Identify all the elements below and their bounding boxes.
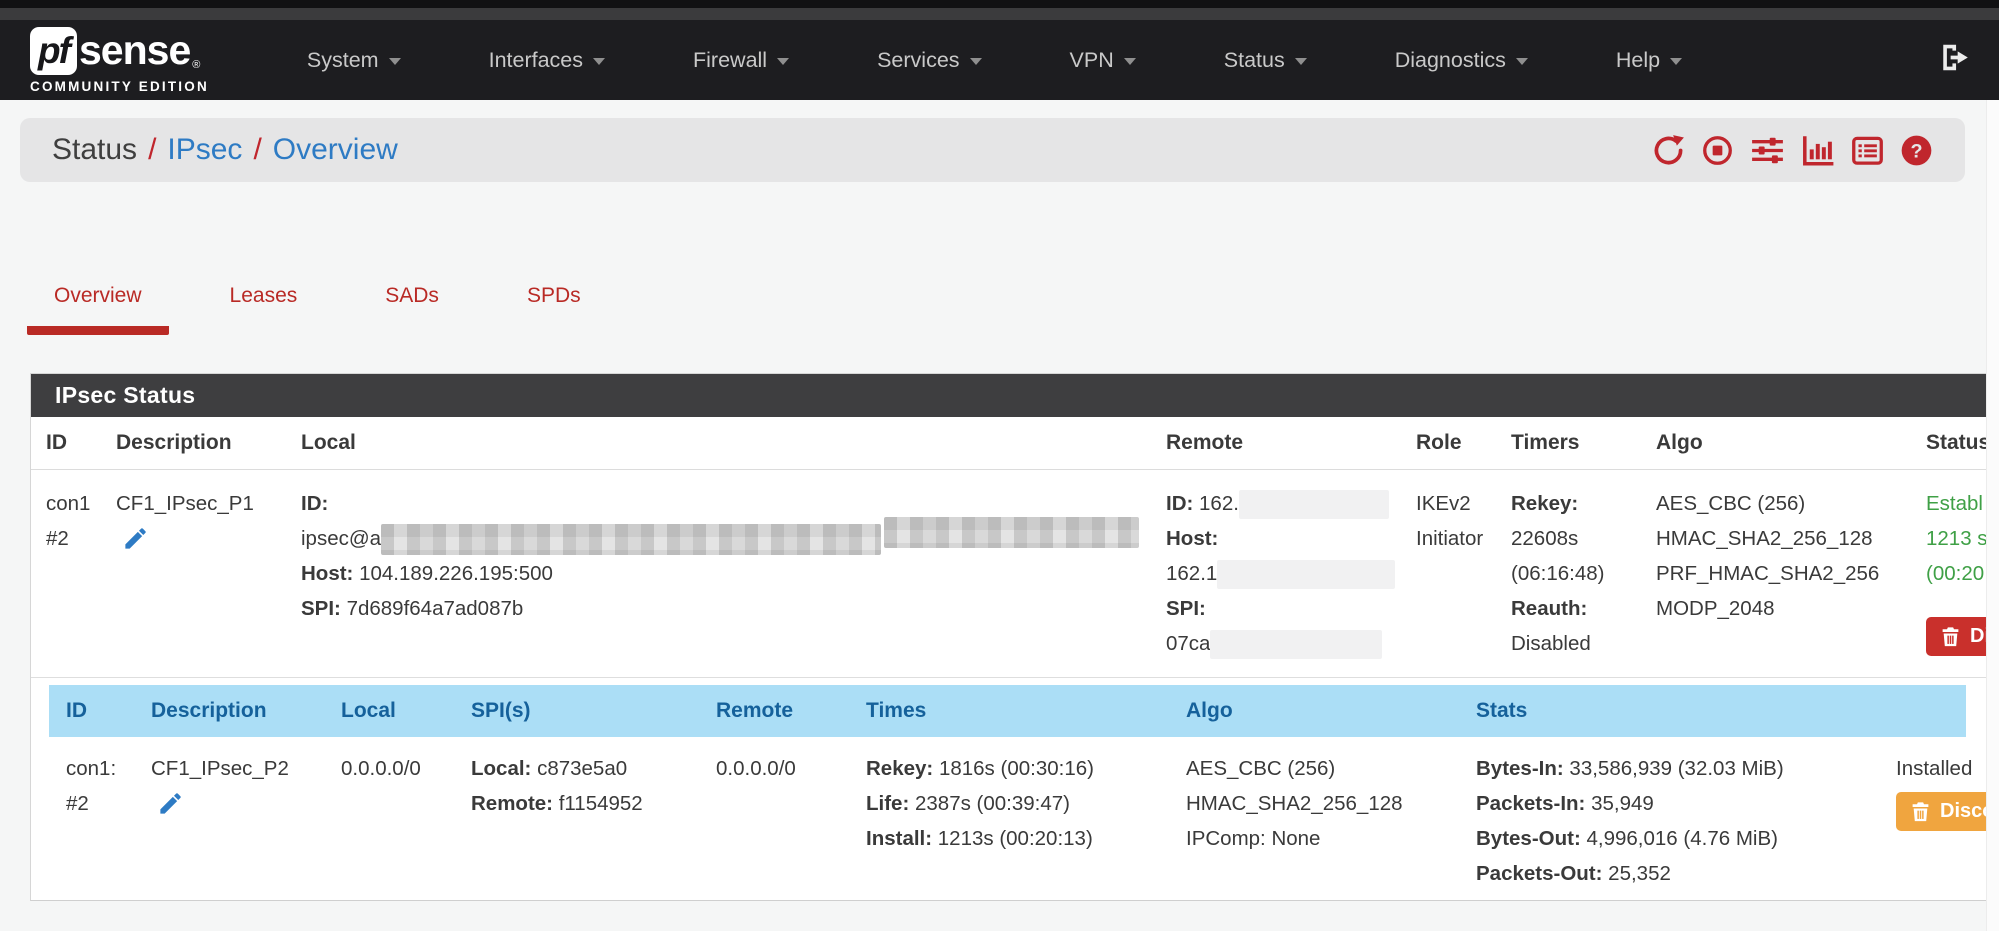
tab-spds[interactable]: SPDs xyxy=(500,284,608,335)
col-description: Description xyxy=(151,699,341,723)
trash-icon xyxy=(1910,801,1931,822)
menu-vpn[interactable]: VPN xyxy=(1070,48,1136,73)
cell-remote: 0.0.0.0/0 xyxy=(716,751,866,891)
breadcrumb-link-overview[interactable]: Overview xyxy=(273,133,398,167)
logo-pf-mark: pf xyxy=(30,27,77,75)
chevron-down-icon xyxy=(777,58,789,65)
col-remote: Remote xyxy=(1166,431,1416,455)
cell-local: 0.0.0.0/0 xyxy=(341,751,471,891)
menu-diagnostics[interactable]: Diagnostics xyxy=(1395,48,1528,73)
breadcrumb-link-ipsec[interactable]: IPsec xyxy=(167,133,242,167)
phase2-section: ID Description Local SPI(s) Remote Times… xyxy=(31,677,1999,900)
window-top-strip-2 xyxy=(0,8,1999,20)
cell-stats: Bytes-In: 33,586,939 (32.03 MiB) Packets… xyxy=(1476,751,1896,891)
col-local: Local xyxy=(341,699,471,723)
cell-spis: Local: c873e5a0 Remote: f1154952 xyxy=(471,751,716,891)
redacted-block xyxy=(884,517,1139,548)
logo-sense-text: sense xyxy=(79,27,190,74)
filter-sliders-icon[interactable] xyxy=(1750,134,1785,167)
breadcrumb-section: Status xyxy=(52,133,137,167)
phase1-table-header: ID Description Local Remote Role Timers … xyxy=(31,417,1999,470)
chevron-down-icon xyxy=(389,58,401,65)
col-id: ID xyxy=(66,699,151,723)
logo-registered-mark: ® xyxy=(192,59,200,71)
redacted-block xyxy=(1239,490,1389,519)
cell-id: con1:#2 xyxy=(66,751,151,891)
refresh-icon[interactable] xyxy=(1652,134,1685,167)
phase2-table-header: ID Description Local SPI(s) Remote Times… xyxy=(49,685,1966,737)
col-algo: Algo xyxy=(1186,699,1476,723)
pfsense-logo[interactable]: pf sense ® COMMUNITY EDITION xyxy=(30,27,209,94)
cell-timers: Rekey: 22608s (06:16:48) Reauth: Disable… xyxy=(1511,486,1656,661)
sub-tabs: Overview Leases SADs SPDs xyxy=(27,284,1999,335)
cell-times: Rekey: 1816s (00:30:16) Life: 2387s (00:… xyxy=(866,751,1186,891)
tab-sads[interactable]: SADs xyxy=(358,284,466,335)
cell-algo: AES_CBC (256) HMAC_SHA2_256_128 PRF_HMAC… xyxy=(1656,486,1926,661)
chevron-down-icon xyxy=(593,58,605,65)
chevron-down-icon xyxy=(1670,58,1682,65)
chevron-down-icon xyxy=(1516,58,1528,65)
main-menu: System Interfaces Firewall Services VPN … xyxy=(307,48,1682,73)
redacted-block xyxy=(1217,560,1395,589)
breadcrumb-bar: Status / IPsec / Overview xyxy=(20,118,1965,182)
stop-icon[interactable] xyxy=(1701,134,1734,167)
cell-remote: ID: 162. Host: 162.1 SPI: 07ca xyxy=(1166,486,1416,661)
cell-role: IKEv2Initiator xyxy=(1416,486,1511,661)
cell-local: ID: ipsec@a Host: 104.189.226.195:500 SP… xyxy=(301,486,1166,661)
menu-status[interactable]: Status xyxy=(1224,48,1307,73)
panel-title: IPsec Status xyxy=(31,374,1999,417)
menu-services[interactable]: Services xyxy=(877,48,981,73)
col-role: Role xyxy=(1416,431,1511,455)
col-algo: Algo xyxy=(1656,431,1926,455)
cell-description: CF1_IPsec_P1 xyxy=(116,486,301,661)
redacted-block xyxy=(1210,630,1382,659)
cell-description: CF1_IPsec_P2 xyxy=(151,751,341,891)
trash-icon xyxy=(1940,626,1961,647)
chevron-down-icon xyxy=(970,58,982,65)
status-logs-icon[interactable] xyxy=(1851,134,1884,167)
tab-leases[interactable]: Leases xyxy=(203,284,325,335)
edit-pencil-icon[interactable] xyxy=(157,790,184,817)
window-top-strip xyxy=(0,0,1999,8)
col-local: Local xyxy=(301,431,1166,455)
tab-overview[interactable]: Overview xyxy=(27,284,169,335)
cell-algo: AES_CBC (256) HMAC_SHA2_256_128 IPComp: … xyxy=(1186,751,1476,891)
disconnect-p2-button[interactable]: Disco xyxy=(1896,792,1999,831)
breadcrumb-separator: / xyxy=(148,133,156,167)
col-remote: Remote xyxy=(716,699,866,723)
col-times: Times xyxy=(866,699,1186,723)
chevron-down-icon xyxy=(1124,58,1136,65)
breadcrumb: Status / IPsec / Overview xyxy=(52,133,398,167)
phase1-row: con1#2 CF1_IPsec_P1 ID: ipsec@a Host: 10… xyxy=(31,470,1999,677)
col-id: ID xyxy=(46,431,116,455)
col-spis: SPI(s) xyxy=(471,699,716,723)
cell-status: Installed Disco xyxy=(1896,751,1999,891)
logout-icon[interactable] xyxy=(1939,42,1971,79)
logo-edition-text: COMMUNITY EDITION xyxy=(30,79,209,94)
edit-pencil-icon[interactable] xyxy=(122,525,149,552)
cell-id: con1#2 xyxy=(46,486,116,661)
svg-text:?: ? xyxy=(1910,140,1922,162)
redacted-block xyxy=(381,524,881,555)
menu-system[interactable]: System xyxy=(307,48,401,73)
ipsec-status-panel: IPsec Status ID Description Local Remote… xyxy=(30,373,1999,901)
menu-interfaces[interactable]: Interfaces xyxy=(489,48,605,73)
bar-chart-icon[interactable] xyxy=(1801,134,1835,167)
menu-firewall[interactable]: Firewall xyxy=(693,48,789,73)
navbar: pf sense ® COMMUNITY EDITION System Inte… xyxy=(0,20,1999,100)
col-description: Description xyxy=(116,431,301,455)
page-action-icons: ? xyxy=(1652,134,1933,167)
pfsense-ipsec-status-page: pf sense ® COMMUNITY EDITION System Inte… xyxy=(0,0,1999,931)
col-stats: Stats xyxy=(1476,699,1896,723)
scrollbar-track[interactable] xyxy=(1986,100,1999,931)
status-installed: Installed xyxy=(1896,751,1999,786)
breadcrumb-separator: / xyxy=(253,133,261,167)
phase2-row: con1:#2 CF1_IPsec_P2 0.0.0.0/0 Local: c8… xyxy=(49,737,1999,900)
help-icon[interactable]: ? xyxy=(1900,134,1933,167)
menu-help[interactable]: Help xyxy=(1616,48,1682,73)
chevron-down-icon xyxy=(1295,58,1307,65)
col-timers: Timers xyxy=(1511,431,1656,455)
